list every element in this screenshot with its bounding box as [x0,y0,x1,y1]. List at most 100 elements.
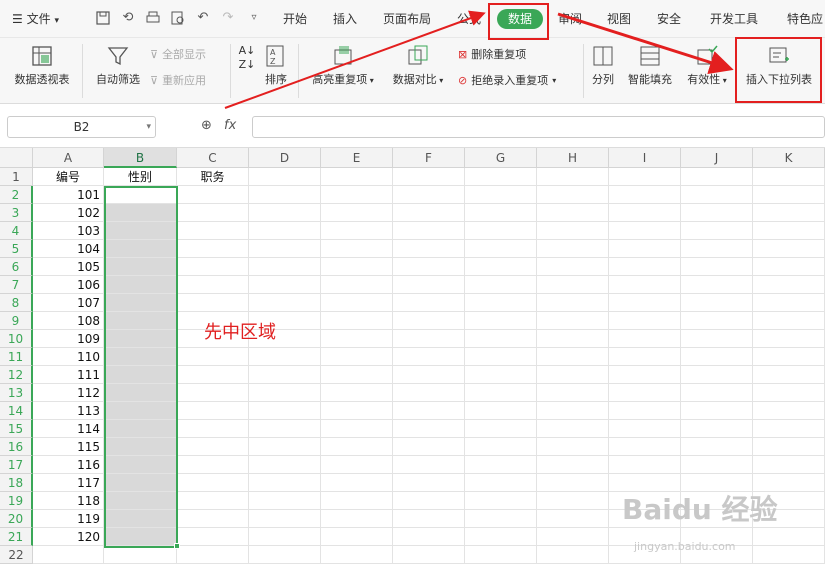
cell-f7[interactable] [393,276,465,294]
cell-k7[interactable] [753,276,825,294]
cell-d13[interactable] [249,384,321,402]
row-header-15[interactable]: 15 [0,420,33,438]
cell-k15[interactable] [753,420,825,438]
cell-i5[interactable] [609,240,681,258]
cell-d15[interactable] [249,420,321,438]
cell-h8[interactable] [537,294,609,312]
cell-h19[interactable] [537,492,609,510]
cell-d12[interactable] [249,366,321,384]
cell-f1[interactable] [393,168,465,186]
format-painter-icon[interactable]: ⟲ [120,10,136,26]
cell-k3[interactable] [753,204,825,222]
cell-b9[interactable] [104,312,177,330]
cell-c18[interactable] [177,474,249,492]
column-header-i[interactable]: I [609,148,681,168]
cell-d2[interactable] [249,186,321,204]
cell-e22[interactable] [321,546,393,564]
autofilter-button[interactable]: 自动筛选 [92,44,144,87]
redo-icon[interactable]: ↷ [220,10,236,26]
cell-g13[interactable] [465,384,537,402]
cell-i12[interactable] [609,366,681,384]
cell-a13[interactable]: 112 [33,384,104,402]
cell-a18[interactable]: 117 [33,474,104,492]
cell-g3[interactable] [465,204,537,222]
cell-g8[interactable] [465,294,537,312]
cell-a4[interactable]: 103 [33,222,104,240]
cell-g18[interactable] [465,474,537,492]
cell-b2[interactable] [104,186,177,204]
row-header-22[interactable]: 22 [0,546,33,564]
cell-i4[interactable] [609,222,681,240]
cell-c1[interactable]: 职务 [177,168,249,186]
tab-features[interactable]: 特色应 [787,10,823,27]
print-icon[interactable] [145,10,161,26]
cell-i11[interactable] [609,348,681,366]
cell-c6[interactable] [177,258,249,276]
cell-k6[interactable] [753,258,825,276]
print-preview-icon[interactable] [170,10,186,26]
cell-e9[interactable] [321,312,393,330]
cell-j11[interactable] [681,348,753,366]
cell-f11[interactable] [393,348,465,366]
cell-f20[interactable] [393,510,465,528]
cell-i17[interactable] [609,456,681,474]
cell-e21[interactable] [321,528,393,546]
row-header-21[interactable]: 21 [0,528,33,546]
cell-k10[interactable] [753,330,825,348]
column-header-e[interactable]: E [321,148,393,168]
cell-j7[interactable] [681,276,753,294]
cell-d14[interactable] [249,402,321,420]
cell-e16[interactable] [321,438,393,456]
save-icon[interactable] [95,10,111,26]
cell-f10[interactable] [393,330,465,348]
insert-dropdown-list-button[interactable]: 插入下拉列表 [740,44,818,87]
cell-f2[interactable] [393,186,465,204]
row-header-14[interactable]: 14 [0,402,33,420]
cell-e5[interactable] [321,240,393,258]
cell-c8[interactable] [177,294,249,312]
cell-f4[interactable] [393,222,465,240]
cell-g16[interactable] [465,438,537,456]
row-header-3[interactable]: 3 [0,204,33,222]
cell-i2[interactable] [609,186,681,204]
cell-j15[interactable] [681,420,753,438]
cell-g11[interactable] [465,348,537,366]
cell-h10[interactable] [537,330,609,348]
cell-a11[interactable]: 110 [33,348,104,366]
column-header-h[interactable]: H [537,148,609,168]
tab-review[interactable]: 审阅 [558,10,582,27]
cell-k16[interactable] [753,438,825,456]
cell-b21[interactable] [104,528,177,546]
cell-f18[interactable] [393,474,465,492]
cell-a7[interactable]: 106 [33,276,104,294]
cell-i14[interactable] [609,402,681,420]
tab-formula[interactable]: 公式 [457,10,481,27]
cell-e18[interactable] [321,474,393,492]
row-header-6[interactable]: 6 [0,258,33,276]
customize-icon[interactable]: ▿ [246,10,262,26]
formula-input[interactable] [252,116,825,138]
cell-a5[interactable]: 104 [33,240,104,258]
cell-h14[interactable] [537,402,609,420]
cell-e19[interactable] [321,492,393,510]
tab-view[interactable]: 视图 [607,10,631,27]
cell-a10[interactable]: 109 [33,330,104,348]
cell-h15[interactable] [537,420,609,438]
cell-g20[interactable] [465,510,537,528]
cell-d17[interactable] [249,456,321,474]
tab-home[interactable]: 开始 [283,10,307,27]
cell-f3[interactable] [393,204,465,222]
cell-e3[interactable] [321,204,393,222]
cell-j10[interactable] [681,330,753,348]
cell-a20[interactable]: 119 [33,510,104,528]
show-all-button[interactable]: ⊽ 全部显示 [150,46,206,62]
cell-g9[interactable] [465,312,537,330]
cell-f17[interactable] [393,456,465,474]
cell-g19[interactable] [465,492,537,510]
cell-k1[interactable] [753,168,825,186]
cell-j16[interactable] [681,438,753,456]
cell-h13[interactable] [537,384,609,402]
cell-i10[interactable] [609,330,681,348]
cell-e8[interactable] [321,294,393,312]
cell-i9[interactable] [609,312,681,330]
